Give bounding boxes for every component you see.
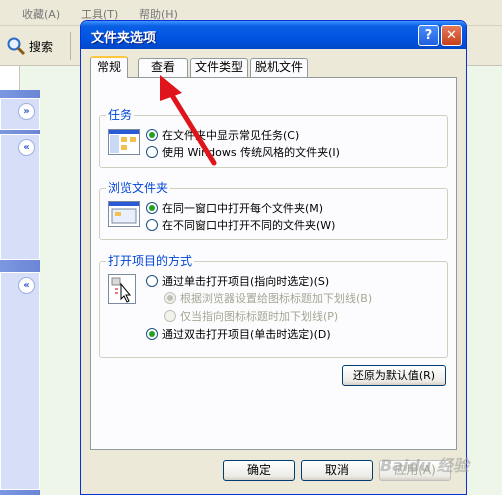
radio-button (164, 310, 176, 322)
tasks-folder-icon (108, 129, 140, 155)
restore-defaults-button[interactable]: 还原为默认值(R) (342, 365, 446, 386)
expand-chevron-icon[interactable]: « (18, 277, 35, 294)
task-panel-2: « (0, 134, 40, 260)
option-underline-browser: 根据浏览器设置给图标标题加下划线(B) (164, 290, 372, 306)
folder-options-dialog: 文件夹选项 ? ✕ 常规 查看 文件类型 脱机文件 任务 在文件夹中显示常见任务… (80, 20, 467, 495)
option-underline-hover: 仅当指向图标标题时加下划线(P) (164, 308, 338, 324)
radio-button[interactable] (146, 129, 158, 141)
option-classic-folders[interactable]: 使用 Windows 传统风格的文件夹(I) (146, 144, 340, 160)
group-tasks-title: 任务 (106, 108, 135, 122)
radio-button[interactable] (146, 328, 158, 340)
option-label: 通过单击打开项目(指向时选定)(S) (162, 275, 330, 288)
radio-button[interactable] (146, 202, 158, 214)
cancel-button[interactable]: 取消 (301, 460, 373, 481)
expand-chevron-icon[interactable]: « (18, 139, 35, 156)
background-right-pane (466, 66, 502, 495)
group-click-items: 打开项目的方式 通过单击打开项目(指向时选定)(S) 根据浏览器设置给图标标题加… (99, 254, 448, 358)
search-button[interactable]: 搜索 (6, 34, 68, 58)
magnifier-icon (7, 37, 26, 56)
option-label: 通过双击打开项目(单击时选定)(D) (162, 328, 331, 341)
group-tasks: 任务 在文件夹中显示常见任务(C) 使用 Windows 传统风格的文件夹(I) (99, 108, 448, 168)
tab-file-types[interactable]: 文件类型 (190, 58, 248, 77)
watermark: Baidu 经验 (380, 456, 469, 475)
tab-view[interactable]: 查看 (138, 58, 188, 77)
option-same-window[interactable]: 在同一窗口中打开每个文件夹(M) (146, 200, 323, 216)
toolbar-separator (70, 32, 71, 60)
option-label: 根据浏览器设置给图标标题加下划线(B) (180, 292, 373, 305)
general-tab-panel: 任务 在文件夹中显示常见任务(C) 使用 Windows 传统风格的文件夹(I) (90, 77, 457, 450)
option-double-click[interactable]: 通过双击打开项目(单击时选定)(D) (146, 326, 331, 342)
browse-window-icon (108, 201, 140, 227)
background-task-pane: » « « (0, 90, 40, 495)
group-browse-title: 浏览文件夹 (106, 181, 171, 195)
option-label: 使用 Windows 传统风格的文件夹(I) (162, 146, 340, 159)
help-button[interactable]: ? (418, 25, 439, 46)
group-browse-folders: 浏览文件夹 在同一窗口中打开每个文件夹(M) 在不同窗口中打开不同的文件夹(W) (99, 181, 448, 240)
click-pointer-icon (108, 274, 136, 304)
dialog-titlebar[interactable]: 文件夹选项 ? ✕ (81, 21, 466, 49)
tab-general[interactable]: 常规 (90, 56, 128, 78)
collapse-chevron-icon[interactable]: » (18, 103, 35, 120)
option-label: 在文件夹中显示常见任务(C) (162, 129, 300, 142)
option-label: 仅当指向图标标题时加下划线(P) (180, 310, 339, 323)
task-panel-3: « (0, 272, 40, 490)
ok-button[interactable]: 确定 (223, 460, 295, 481)
radio-button[interactable] (146, 275, 158, 287)
option-label: 在不同窗口中打开不同的文件夹(W) (162, 219, 336, 232)
search-label: 搜索 (29, 39, 54, 54)
tab-offline-files[interactable]: 脱机文件 (250, 58, 308, 77)
group-click-title: 打开项目的方式 (106, 254, 195, 268)
option-label: 在同一窗口中打开每个文件夹(M) (162, 202, 324, 215)
option-show-common-tasks[interactable]: 在文件夹中显示常见任务(C) (146, 127, 299, 143)
menu-favorites[interactable]: 收藏(A) (22, 6, 60, 22)
radio-button[interactable] (146, 219, 158, 231)
radio-button (164, 292, 176, 304)
close-button[interactable]: ✕ (441, 25, 462, 46)
dialog-title: 文件夹选项 (91, 31, 157, 46)
option-single-click[interactable]: 通过单击打开项目(指向时选定)(S) (146, 273, 329, 289)
option-separate-windows[interactable]: 在不同窗口中打开不同的文件夹(W) (146, 217, 335, 233)
radio-button[interactable] (146, 146, 158, 158)
task-panel-1: » (0, 98, 40, 130)
